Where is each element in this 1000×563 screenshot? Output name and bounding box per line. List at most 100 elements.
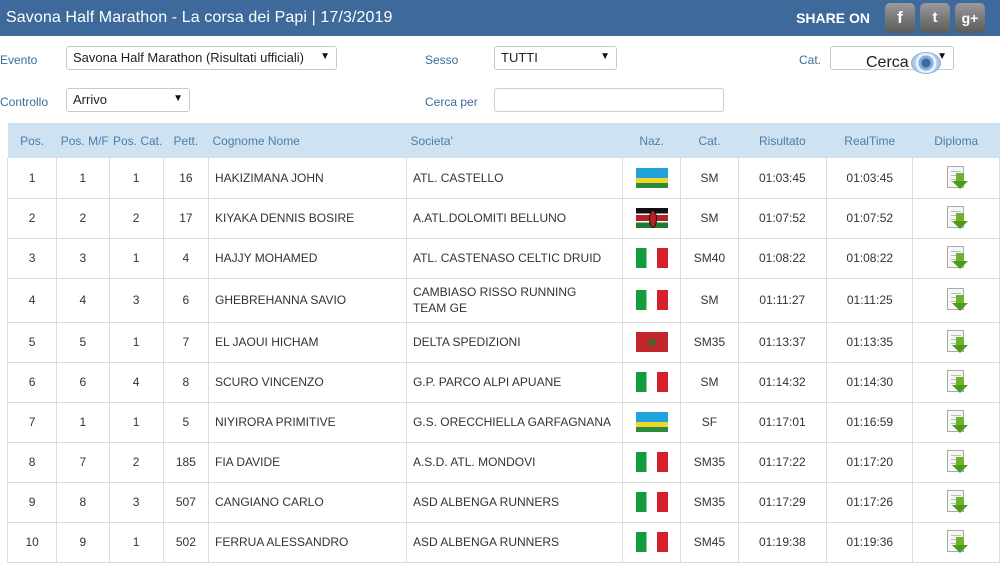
name-cell: CANGIANO CARLO [208,482,407,522]
facebook-share-button[interactable]: f [885,3,915,33]
table-row: 5517EL JAOUI HICHAMDELTA SPEDIZIONISM350… [6,322,1000,362]
flag-cell [622,238,682,278]
name-cell: FIA DAVIDE [208,442,407,482]
controllo-select[interactable]: Arrivo ▼ [66,88,190,112]
pett-cell: 4 [163,238,209,278]
pos-cat-cell: 3 [109,482,164,522]
flag-cell [622,158,682,198]
name-cell: NIYIRORA PRIMITIVE [208,402,407,442]
realtime-cell: 01:16:59 [826,402,914,442]
cat-cell: SM35 [680,442,739,482]
societa-cell: ASD ALBENGA RUNNERS [406,522,624,562]
download-diploma-icon[interactable] [945,449,969,475]
twitter-share-button[interactable]: t [920,3,950,33]
pett-cell: 5 [163,402,209,442]
pett-cell: 6 [163,278,209,322]
diploma-cell [912,238,1000,278]
filter-panel: Evento Savona Half Marathon (Risultati u… [0,36,1000,120]
pos-cat-cell: 1 [109,522,164,562]
table-row: 6 6 4 8 SCURO VINCENZO G.P. PARCO ALPI APUANE… [6,362,1000,402]
chevron-down-icon: ▼ [320,51,330,62]
risultato-cell: 01:07:52 [738,198,828,238]
flag-icon [635,248,668,268]
pos-cell: 6 [6,362,58,402]
download-diploma-icon[interactable] [945,165,969,191]
col-pos-cat[interactable]: Pos. Cat. [109,123,163,158]
table-row: 4 4 3 6 GHEBREHANNA SAVIO CAMBIASO RISSO RUNN… [6,278,1000,322]
sesso-select[interactable]: TUTTI ▼ [494,46,617,70]
col-naz[interactable]: Naz. [623,123,681,158]
cerca-button-label[interactable]: Cerca [866,54,909,72]
realtime-cell: 01:03:45 [826,158,914,198]
results-table: Pos. Pos. M/F Pos. Cat. Pett. Cognome No… [6,123,1000,563]
controllo-label: Controllo [0,95,49,109]
pos-cell: 9 [6,482,58,522]
risultato-cell: 01:17:01 [738,402,828,442]
download-diploma-icon[interactable] [945,369,969,395]
risultato-cell: 01:13:37 [738,322,828,362]
societa-cell: G.S. ORECCHIELLA GARFAGNANA [406,402,624,442]
pos-mf-cell: 1 [56,402,110,442]
realtime-cell: 01:14:30 [826,362,914,402]
col-societa[interactable]: Societa' [406,123,622,158]
evento-select[interactable]: Savona Half Marathon (Risultati ufficial… [66,46,337,70]
download-diploma-icon[interactable] [945,329,969,355]
col-risultato[interactable]: Risultato [738,123,826,158]
evento-label: Evento [0,53,38,67]
flag-icon [635,492,668,512]
cerca-per-label: Cerca per [425,95,478,109]
download-diploma-icon[interactable] [945,489,969,515]
cat-cell: SM [680,198,739,238]
evento-select-value: Savona Half Marathon (Risultati ufficial… [73,50,304,65]
pos-cat-cell: 1 [109,238,164,278]
download-diploma-icon[interactable] [945,409,969,435]
pett-cell: 17 [163,198,209,238]
realtime-cell: 01:07:52 [826,198,914,238]
name-cell: KIYAKA DENNIS BOSIRE [208,198,407,238]
societa-cell: A.S.D. ATL. MONDOVI [406,442,624,482]
cat-cell: SM [680,158,739,198]
risultato-cell: 01:14:32 [738,362,828,402]
pos-cell: 1 [6,158,58,198]
download-diploma-icon[interactable] [945,529,969,555]
sesso-select-value: TUTTI [501,50,538,65]
table-header-row: Pos. Pos. M/F Pos. Cat. Pett. Cognome No… [7,123,1000,158]
societa-cell: A.ATL.DOLOMITI BELLUNO [406,198,624,238]
table-row: 2 2 2 17 KIYAKA DENNIS BOSIRE A.ATL.DOLOMITI … [6,198,1000,238]
col-realtime[interactable]: RealTime [827,123,913,158]
diploma-cell [912,158,1000,198]
risultato-cell: 01:11:27 [738,278,828,322]
risultato-cell: 01:17:22 [738,442,828,482]
googleplus-share-button[interactable]: g+ [955,3,985,33]
col-name[interactable]: Cognome Nome [208,123,406,158]
cat-cell: SM45 [680,522,739,562]
controllo-select-value: Arrivo [73,92,107,107]
col-pos[interactable]: Pos. [8,123,57,158]
eye-search-icon[interactable] [911,52,941,74]
pos-mf-cell: 3 [56,238,110,278]
pos-cell: 4 [6,278,58,322]
realtime-cell: 01:13:35 [826,322,914,362]
download-diploma-icon[interactable] [945,205,969,231]
name-cell: HAJJY MOHAMED [208,238,407,278]
risultato-cell: 01:03:45 [738,158,828,198]
societa-cell: CAMBIASO RISSO RUNNING TEAM GE [406,278,624,322]
col-diploma[interactable]: Diploma [913,123,1000,158]
pos-cat-cell: 1 [109,158,164,198]
pos-mf-cell: 2 [56,198,110,238]
cerca-per-input[interactable] [494,88,724,112]
download-diploma-icon[interactable] [945,245,969,271]
diploma-cell [912,482,1000,522]
col-pos-mf[interactable]: Pos. M/F [57,123,109,158]
col-cat[interactable]: Cat. [681,123,738,158]
cat-cell: SM35 [680,322,739,362]
pos-cell: 8 [6,442,58,482]
risultato-cell: 01:19:38 [738,522,828,562]
chevron-down-icon: ▼ [600,51,610,62]
realtime-cell: 01:08:22 [826,238,914,278]
cat-cell: SF [680,402,739,442]
flag-cell [622,402,682,442]
download-diploma-icon[interactable] [945,287,969,313]
col-pett[interactable]: Pett. [163,123,208,158]
pett-cell: 16 [163,158,209,198]
